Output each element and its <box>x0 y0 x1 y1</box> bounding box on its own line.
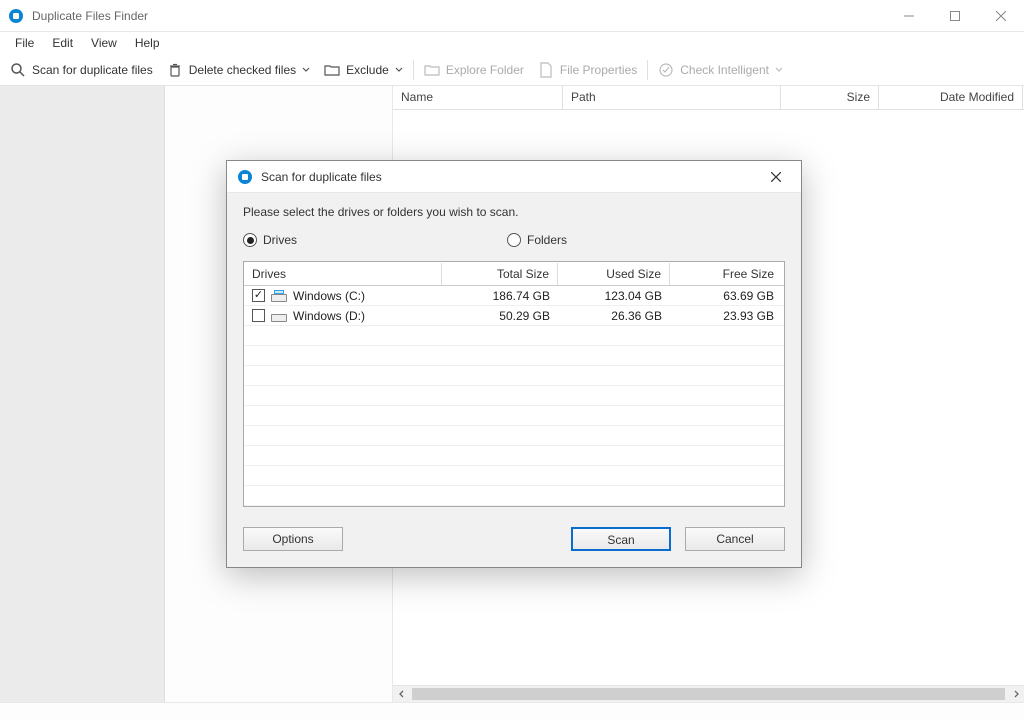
col-total-size[interactable]: Total Size <box>442 263 558 285</box>
drive-row[interactable]: Windows (D:) 50.29 GB 26.36 GB 23.93 GB <box>244 306 784 326</box>
app-icon <box>8 8 24 24</box>
dialog-instruction: Please select the drives or folders you … <box>243 205 785 219</box>
explore-folder-button: Explore Folder <box>418 56 530 84</box>
menu-help[interactable]: Help <box>126 34 169 52</box>
toolbar: Scan for duplicate files Delete checked … <box>0 54 1024 86</box>
menu-file[interactable]: File <box>6 34 43 52</box>
menubar: File Edit View Help <box>0 32 1024 54</box>
scan-label: Scan for duplicate files <box>32 63 153 77</box>
list-header: Name Path Size Date Modified <box>393 86 1024 110</box>
file-icon <box>538 62 554 78</box>
side-panel <box>0 86 165 702</box>
empty-row <box>244 466 784 486</box>
chevron-down-icon[interactable] <box>302 66 310 74</box>
chevron-down-icon[interactable] <box>395 66 403 74</box>
check-circle-icon <box>658 62 674 78</box>
drives-table-header: Drives Total Size Used Size Free Size <box>244 262 784 286</box>
radio-drives[interactable]: Drives <box>243 233 297 247</box>
titlebar: Duplicate Files Finder <box>0 0 1024 32</box>
empty-row <box>244 446 784 466</box>
drive-free: 63.69 GB <box>670 287 782 305</box>
drive-free: 23.93 GB <box>670 307 782 325</box>
exclude-label: Exclude <box>346 63 389 77</box>
chevron-down-icon <box>775 66 783 74</box>
scan-confirm-button[interactable]: Scan <box>571 527 671 551</box>
drive-name: Windows (C:) <box>293 289 365 303</box>
empty-row <box>244 366 784 386</box>
drives-table: Drives Total Size Used Size Free Size Wi… <box>243 261 785 507</box>
dialog-title: Scan for duplicate files <box>261 170 382 184</box>
delete-label: Delete checked files <box>189 63 296 77</box>
empty-row <box>244 426 784 446</box>
scan-dialog: Scan for duplicate files Please select t… <box>226 160 802 568</box>
column-date[interactable]: Date Modified <box>879 86 1023 109</box>
explore-label: Explore Folder <box>446 63 524 77</box>
app-icon <box>237 169 253 185</box>
menu-view[interactable]: View <box>82 34 126 52</box>
column-path[interactable]: Path <box>563 86 781 109</box>
dialog-titlebar: Scan for duplicate files <box>227 161 801 193</box>
col-free-size[interactable]: Free Size <box>670 263 782 285</box>
minimize-button[interactable] <box>886 0 932 32</box>
close-button[interactable] <box>978 0 1024 32</box>
separator <box>413 60 414 80</box>
search-icon <box>10 62 26 78</box>
options-button[interactable]: Options <box>243 527 343 551</box>
scroll-right-arrow[interactable] <box>1007 686 1024 703</box>
empty-row <box>244 386 784 406</box>
dialog-close-button[interactable] <box>761 162 791 192</box>
scroll-left-arrow[interactable] <box>393 686 410 703</box>
cancel-button[interactable]: Cancel <box>685 527 785 551</box>
drive-checkbox[interactable] <box>252 309 265 322</box>
radio-icon <box>507 233 521 247</box>
empty-row <box>244 406 784 426</box>
drive-name: Windows (D:) <box>293 309 365 323</box>
drive-checkbox[interactable] <box>252 289 265 302</box>
check-intelligent-label: Check Intelligent <box>680 63 769 77</box>
statusbar <box>0 702 1024 720</box>
file-properties-button: File Properties <box>532 56 643 84</box>
drive-total: 50.29 GB <box>442 307 558 325</box>
maximize-button[interactable] <box>932 0 978 32</box>
delete-button[interactable]: Delete checked files <box>161 56 316 84</box>
column-size[interactable]: Size <box>781 86 879 109</box>
scan-button[interactable]: Scan for duplicate files <box>4 56 159 84</box>
empty-row <box>244 326 784 346</box>
scroll-thumb[interactable] <box>412 688 1005 700</box>
drive-icon <box>271 310 287 322</box>
drive-used: 26.36 GB <box>558 307 670 325</box>
drive-icon <box>271 290 287 302</box>
window-title: Duplicate Files Finder <box>32 9 148 23</box>
radio-icon <box>243 233 257 247</box>
properties-label: File Properties <box>560 63 637 77</box>
col-drives[interactable]: Drives <box>244 263 442 285</box>
col-used-size[interactable]: Used Size <box>558 263 670 285</box>
exclude-button[interactable]: Exclude <box>318 56 409 84</box>
drive-used: 123.04 GB <box>558 287 670 305</box>
drive-total: 186.74 GB <box>442 287 558 305</box>
separator <box>647 60 648 80</box>
horizontal-scrollbar[interactable] <box>393 685 1024 702</box>
radio-folders-label: Folders <box>527 233 567 247</box>
radio-folders[interactable]: Folders <box>507 233 567 247</box>
folder-exclude-icon <box>324 62 340 78</box>
trash-icon <box>167 62 183 78</box>
column-name[interactable]: Name <box>393 86 563 109</box>
check-intelligent-button: Check Intelligent <box>652 56 789 84</box>
drive-row[interactable]: Windows (C:) 186.74 GB 123.04 GB 63.69 G… <box>244 286 784 306</box>
empty-row <box>244 486 784 506</box>
radio-drives-label: Drives <box>263 233 297 247</box>
folder-icon <box>424 62 440 78</box>
menu-edit[interactable]: Edit <box>43 34 82 52</box>
empty-row <box>244 346 784 366</box>
